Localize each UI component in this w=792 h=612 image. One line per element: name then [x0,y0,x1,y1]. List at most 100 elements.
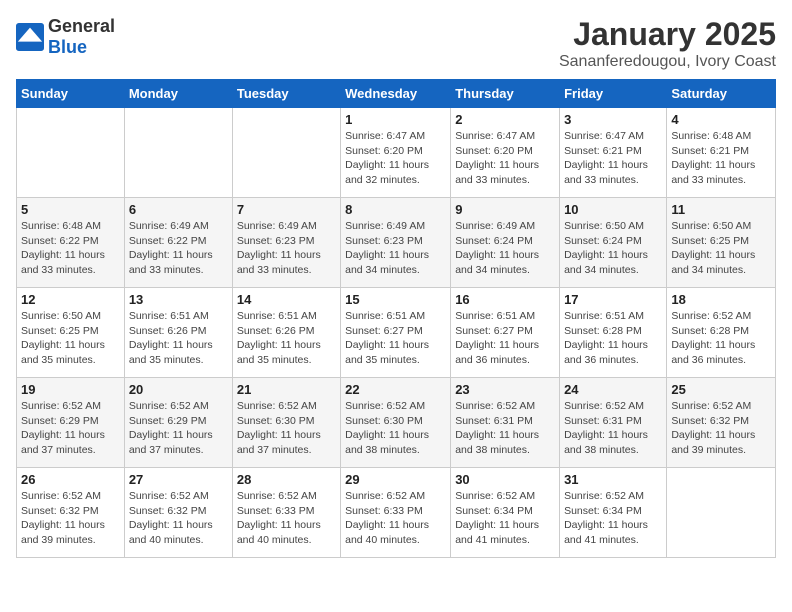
calendar-cell: 2 Sunrise: 6:47 AM Sunset: 6:20 PM Daylig… [451,108,560,198]
day-info: Sunrise: 6:52 AM Sunset: 6:34 PM Dayligh… [455,489,555,548]
calendar-cell: 17Sunrise: 6:51 AM Sunset: 6:28 PM Dayli… [560,288,667,378]
calendar-cell: 29Sunrise: 6:52 AM Sunset: 6:33 PM Dayli… [341,468,451,558]
logo-icon [16,23,44,51]
day-info: Sunrise: 6:52 AM Sunset: 6:31 PM Dayligh… [564,399,662,458]
day-info: Sunrise: 6:49 AM Sunset: 6:24 PM Dayligh… [455,219,555,278]
day-number: 6 [129,202,228,217]
calendar-cell: 3Sunrise: 6:47 AM Sunset: 6:21 PM Daylig… [560,108,667,198]
calendar-cell: 20Sunrise: 6:52 AM Sunset: 6:29 PM Dayli… [124,378,232,468]
calendar-cell [17,108,125,198]
day-number: 13 [129,292,228,307]
calendar-cell: 10 Sunrise: 6:50 AM Sunset: 6:24 PM Dayli… [560,198,667,288]
calendar-cell: 5 Sunrise: 6:48 AM Sunset: 6:22 PM Daylig… [17,198,125,288]
header-saturday: Saturday [667,80,776,108]
calendar-cell [232,108,340,198]
header-friday: Friday [560,80,667,108]
header-wednesday: Wednesday [341,80,451,108]
day-number: 27 [129,472,228,487]
day-info: Sunrise: 6:52 AM Sunset: 6:28 PM Dayligh… [671,309,771,368]
calendar-cell: 9 Sunrise: 6:49 AM Sunset: 6:24 PM Daylig… [451,198,560,288]
calendar-cell: 25 Sunrise: 6:52 AM Sunset: 6:32 PM Dayli… [667,378,776,468]
calendar-cell: 15 Sunrise: 6:51 AM Sunset: 6:27 PM Dayli… [341,288,451,378]
calendar-cell: 18 Sunrise: 6:52 AM Sunset: 6:28 PM Dayli… [667,288,776,378]
day-number: 21 [237,382,336,397]
location-title: Sananferedougou, Ivory Coast [559,53,776,71]
week-row-5: 26 Sunrise: 6:52 AM Sunset: 6:32 PM Dayli… [17,468,776,558]
calendar-cell: 1Sunrise: 6:47 AM Sunset: 6:20 PM Daylig… [341,108,451,198]
day-info: Sunrise: 6:52 AM Sunset: 6:30 PM Dayligh… [345,399,446,458]
calendar-cell: 30 Sunrise: 6:52 AM Sunset: 6:34 PM Dayli… [451,468,560,558]
day-info: Sunrise: 6:51 AM Sunset: 6:27 PM Dayligh… [345,309,446,368]
day-number: 8 [345,202,446,217]
calendar-cell: 8 Sunrise: 6:49 AM Sunset: 6:23 PM Daylig… [341,198,451,288]
week-row-4: 19 Sunrise: 6:52 AM Sunset: 6:29 PM Dayli… [17,378,776,468]
calendar-cell: 11 Sunrise: 6:50 AM Sunset: 6:25 PM Dayli… [667,198,776,288]
day-number: 26 [21,472,120,487]
calendar-table: SundayMondayTuesdayWednesdayThursdayFrid… [16,79,776,558]
day-number: 29 [345,472,446,487]
day-info: Sunrise: 6:52 AM Sunset: 6:34 PM Dayligh… [564,489,662,548]
day-number: 10 [564,202,662,217]
day-info: Sunrise: 6:52 AM Sunset: 6:29 PM Dayligh… [21,399,120,458]
calendar-cell: 19 Sunrise: 6:52 AM Sunset: 6:29 PM Dayli… [17,378,125,468]
day-number: 4 [671,112,771,127]
day-number: 12 [21,292,120,307]
logo-blue-text: Blue [48,37,87,57]
day-number: 3 [564,112,662,127]
day-number: 5 [21,202,120,217]
day-info: Sunrise: 6:52 AM Sunset: 6:33 PM Dayligh… [237,489,336,548]
page-header: General Blue January 2025 Sananferedougo… [16,16,776,71]
day-info: Sunrise: 6:48 AM Sunset: 6:22 PM Dayligh… [21,219,120,278]
logo-general-text: General [48,16,115,36]
day-info: Sunrise: 6:50 AM Sunset: 6:24 PM Dayligh… [564,219,662,278]
day-number: 9 [455,202,555,217]
calendar-header-row: SundayMondayTuesdayWednesdayThursdayFrid… [17,80,776,108]
day-info: Sunrise: 6:51 AM Sunset: 6:26 PM Dayligh… [237,309,336,368]
day-info: Sunrise: 6:51 AM Sunset: 6:27 PM Dayligh… [455,309,555,368]
day-info: Sunrise: 6:50 AM Sunset: 6:25 PM Dayligh… [671,219,771,278]
calendar-cell: 7Sunrise: 6:49 AM Sunset: 6:23 PM Daylig… [232,198,340,288]
header-monday: Monday [124,80,232,108]
day-number: 25 [671,382,771,397]
calendar-cell: 27 Sunrise: 6:52 AM Sunset: 6:32 PM Dayli… [124,468,232,558]
day-info: Sunrise: 6:48 AM Sunset: 6:21 PM Dayligh… [671,129,771,188]
day-info: Sunrise: 6:52 AM Sunset: 6:30 PM Dayligh… [237,399,336,458]
calendar-cell: 26 Sunrise: 6:52 AM Sunset: 6:32 PM Dayli… [17,468,125,558]
week-row-3: 12Sunrise: 6:50 AM Sunset: 6:25 PM Dayli… [17,288,776,378]
week-row-1: 1Sunrise: 6:47 AM Sunset: 6:20 PM Daylig… [17,108,776,198]
calendar-cell: 14 Sunrise: 6:51 AM Sunset: 6:26 PM Dayli… [232,288,340,378]
header-sunday: Sunday [17,80,125,108]
day-info: Sunrise: 6:52 AM Sunset: 6:31 PM Dayligh… [455,399,555,458]
day-info: Sunrise: 6:52 AM Sunset: 6:32 PM Dayligh… [671,399,771,458]
day-info: Sunrise: 6:47 AM Sunset: 6:20 PM Dayligh… [455,129,555,188]
day-number: 24 [564,382,662,397]
calendar-cell: 28 Sunrise: 6:52 AM Sunset: 6:33 PM Dayli… [232,468,340,558]
calendar-cell: 12Sunrise: 6:50 AM Sunset: 6:25 PM Dayli… [17,288,125,378]
day-info: Sunrise: 6:52 AM Sunset: 6:32 PM Dayligh… [21,489,120,548]
day-number: 23 [455,382,555,397]
day-number: 28 [237,472,336,487]
day-number: 19 [21,382,120,397]
day-number: 11 [671,202,771,217]
calendar-cell: 21 Sunrise: 6:52 AM Sunset: 6:30 PM Dayli… [232,378,340,468]
calendar-cell: 24 Sunrise: 6:52 AM Sunset: 6:31 PM Dayli… [560,378,667,468]
day-number: 16 [455,292,555,307]
day-info: Sunrise: 6:47 AM Sunset: 6:20 PM Dayligh… [345,129,446,188]
day-number: 30 [455,472,555,487]
day-number: 18 [671,292,771,307]
day-info: Sunrise: 6:52 AM Sunset: 6:32 PM Dayligh… [129,489,228,548]
header-tuesday: Tuesday [232,80,340,108]
day-info: Sunrise: 6:49 AM Sunset: 6:23 PM Dayligh… [345,219,446,278]
day-number: 14 [237,292,336,307]
day-number: 20 [129,382,228,397]
calendar-cell: 13 Sunrise: 6:51 AM Sunset: 6:26 PM Dayli… [124,288,232,378]
calendar-cell: 6 Sunrise: 6:49 AM Sunset: 6:22 PM Daylig… [124,198,232,288]
day-number: 15 [345,292,446,307]
day-info: Sunrise: 6:49 AM Sunset: 6:23 PM Dayligh… [237,219,336,278]
day-info: Sunrise: 6:51 AM Sunset: 6:26 PM Dayligh… [129,309,228,368]
logo: General Blue [16,16,115,58]
title-area: January 2025 Sananferedougou, Ivory Coas… [559,16,776,71]
day-info: Sunrise: 6:49 AM Sunset: 6:22 PM Dayligh… [129,219,228,278]
day-number: 17 [564,292,662,307]
day-number: 2 [455,112,555,127]
